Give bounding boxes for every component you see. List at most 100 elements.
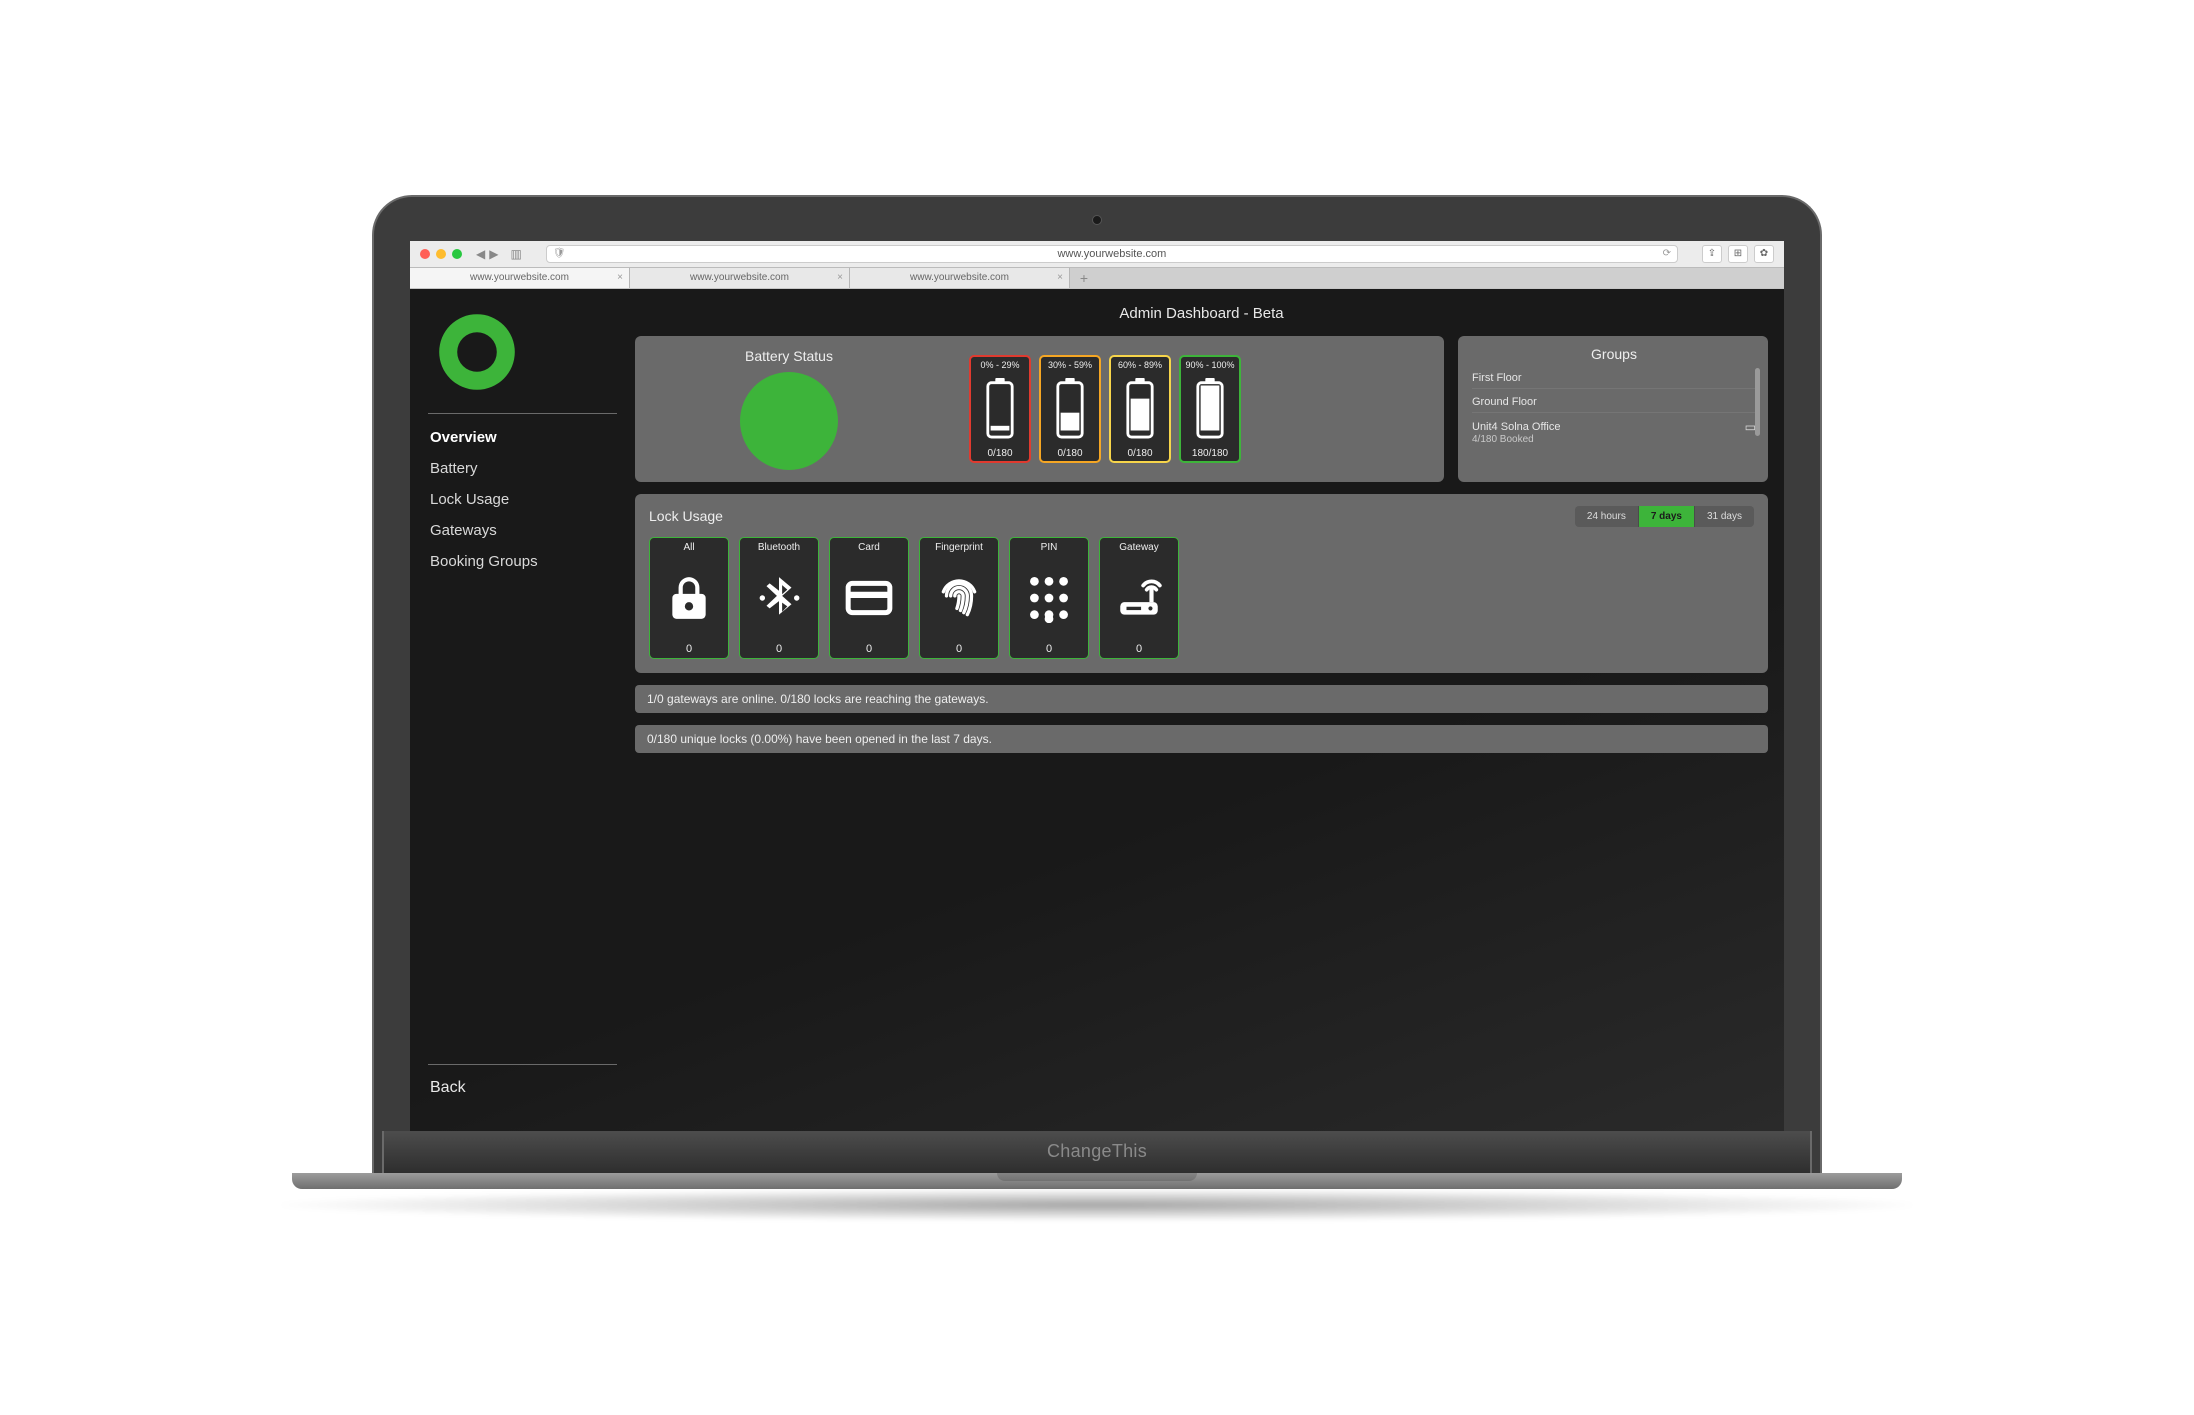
- camera-icon: [1092, 215, 1102, 225]
- address-bar-text: www.yourwebsite.com: [1057, 248, 1166, 260]
- tabs-icon[interactable]: ⊞: [1728, 245, 1748, 263]
- group-item[interactable]: Ground Floor: [1472, 392, 1756, 413]
- lock-type-card-fingerprint[interactable]: Fingerprint 0: [919, 537, 999, 659]
- battery-pie-chart[interactable]: [740, 372, 838, 470]
- groups-title: Groups: [1472, 346, 1756, 362]
- lock-type-label: Bluetooth: [758, 542, 800, 553]
- browser-tab-label: www.yourwebsite.com: [910, 272, 1009, 283]
- reload-icon[interactable]: ⟳: [1663, 248, 1671, 259]
- battery-pie-area: Battery Status: [649, 348, 929, 470]
- browser-tabs: www.yourwebsite.com × www.yourwebsite.co…: [410, 267, 1784, 288]
- battery-range-label: 30% - 59%: [1048, 360, 1092, 370]
- page-title: Admin Dashboard - Beta: [635, 301, 1768, 324]
- lock-type-count: 0: [686, 643, 692, 655]
- lock-type-label: Gateway: [1119, 542, 1158, 553]
- scrollbar[interactable]: [1755, 368, 1760, 436]
- lock-type-label: All: [683, 542, 694, 553]
- browser-tab[interactable]: www.yourwebsite.com ×: [410, 268, 630, 288]
- nav-arrows: ◀ ▶: [476, 247, 498, 261]
- sidebar-item-battery[interactable]: Battery: [428, 453, 617, 484]
- browser-tab-label: www.yourwebsite.com: [690, 272, 789, 283]
- router-icon: [1114, 556, 1164, 640]
- locks-opened-status-bar: 0/180 unique locks (0.00%) have been ope…: [635, 725, 1768, 753]
- share-icon[interactable]: ⇪: [1702, 245, 1722, 263]
- battery-range-card[interactable]: 30% - 59% 0/180: [1039, 355, 1101, 463]
- divider: [428, 1064, 617, 1065]
- groups-list: First Floor Ground Floor Unit4 Solna Offic…: [1472, 368, 1756, 449]
- time-range-option[interactable]: 7 days: [1639, 506, 1695, 527]
- lock-type-card-bluetooth[interactable]: Bluetooth 0: [739, 537, 819, 659]
- time-range-option[interactable]: 31 days: [1695, 506, 1754, 527]
- close-tab-icon[interactable]: ×: [1057, 272, 1063, 283]
- browser-tab-label: www.yourwebsite.com: [470, 272, 569, 283]
- maximize-window-icon[interactable]: [452, 249, 462, 259]
- battery-icon: [1125, 372, 1155, 446]
- battery-range-label: 90% - 100%: [1185, 360, 1234, 370]
- browser-toolbar: ◀ ▶ ▥ 🛡 www.yourwebsite.com ⟳ ⇪ ⊞ ✿: [410, 241, 1784, 267]
- group-name: First Floor: [1472, 372, 1522, 384]
- top-row: Battery Status 0% - 29% 0/180 30% - 59% …: [635, 336, 1768, 482]
- shield-icon: 🛡: [553, 248, 566, 259]
- close-tab-icon[interactable]: ×: [617, 272, 623, 283]
- groups-panel: Groups First Floor Ground Floor Unit4 Soln…: [1458, 336, 1768, 482]
- main-content: Admin Dashboard - Beta Battery Status 0%…: [635, 289, 1784, 1131]
- card-icon: [844, 556, 894, 640]
- lock-type-card-router[interactable]: Gateway 0: [1099, 537, 1179, 659]
- lock-type-card-keypad[interactable]: PIN 0: [1009, 537, 1089, 659]
- sidebar-item-overview[interactable]: Overview: [428, 422, 617, 453]
- laptop-bezel: ◀ ▶ ▥ 🛡 www.yourwebsite.com ⟳ ⇪ ⊞ ✿: [372, 195, 1822, 1173]
- group-name: Ground Floor: [1472, 396, 1537, 408]
- lock-type-count: 0: [776, 643, 782, 655]
- lock-type-count: 0: [866, 643, 872, 655]
- group-name: Unit4 Solna Office: [1472, 421, 1560, 433]
- group-item[interactable]: First Floor: [1472, 368, 1756, 389]
- battery-range-label: 60% - 89%: [1118, 360, 1162, 370]
- settings-gear-icon[interactable]: ✿: [1754, 245, 1774, 263]
- battery-range-card[interactable]: 0% - 29% 0/180: [969, 355, 1031, 463]
- address-bar[interactable]: 🛡 www.yourwebsite.com ⟳: [546, 245, 1678, 263]
- battery-status-title: Battery Status: [745, 348, 833, 364]
- sidebar-toggle-icon[interactable]: ▥: [510, 247, 521, 261]
- brand-logo-icon: [432, 307, 522, 397]
- group-subtext: 4/180 Booked: [1472, 434, 1756, 445]
- bluetooth-icon: [754, 556, 804, 640]
- new-tab-icon[interactable]: +: [1070, 268, 1098, 288]
- lock-type-count: 0: [956, 643, 962, 655]
- close-window-icon[interactable]: [420, 249, 430, 259]
- browser-tab[interactable]: www.yourwebsite.com ×: [630, 268, 850, 288]
- close-tab-icon[interactable]: ×: [837, 272, 843, 283]
- browser-chrome: ◀ ▶ ▥ 🛡 www.yourwebsite.com ⟳ ⇪ ⊞ ✿: [410, 241, 1784, 289]
- laptop-shadow: [282, 1189, 1912, 1221]
- fingerprint-icon: [934, 556, 984, 640]
- laptop-brand-label: ChangeThis: [382, 1131, 1812, 1173]
- sidebar-item-booking-groups[interactable]: Booking Groups: [428, 546, 617, 577]
- group-item[interactable]: Unit4 Solna Office▭4/180 Booked: [1472, 416, 1756, 449]
- lock-type-count: 0: [1136, 643, 1142, 655]
- lock-type-card-card[interactable]: Card 0: [829, 537, 909, 659]
- battery-range-count: 0/180: [1127, 448, 1152, 459]
- sidebar-item-gateways[interactable]: Gateways: [428, 515, 617, 546]
- sidebar: Overview Battery Lock Usage Gateways Boo…: [410, 289, 635, 1131]
- back-icon[interactable]: ◀: [476, 247, 485, 261]
- battery-icon: [985, 372, 1015, 446]
- battery-range-count: 180/180: [1192, 448, 1228, 459]
- battery-range-card[interactable]: 90% - 100% 180/180: [1179, 355, 1241, 463]
- keypad-icon: [1024, 556, 1074, 640]
- minimize-window-icon[interactable]: [436, 249, 446, 259]
- sidebar-item-lock-usage[interactable]: Lock Usage: [428, 484, 617, 515]
- battery-range-count: 0/180: [1057, 448, 1082, 459]
- forward-icon[interactable]: ▶: [489, 247, 498, 261]
- browser-tab[interactable]: www.yourwebsite.com ×: [850, 268, 1070, 288]
- battery-icon: [1195, 372, 1225, 446]
- lock-type-count: 0: [1046, 643, 1052, 655]
- gateway-status-bar: 1/0 gateways are online. 0/180 locks are…: [635, 685, 1768, 713]
- laptop-mockup: ◀ ▶ ▥ 🛡 www.yourwebsite.com ⟳ ⇪ ⊞ ✿: [372, 195, 1822, 1221]
- laptop-base: [292, 1173, 1902, 1189]
- time-range-option[interactable]: 24 hours: [1575, 506, 1639, 527]
- back-link[interactable]: Back: [428, 1075, 617, 1117]
- battery-range-card[interactable]: 60% - 89% 0/180: [1109, 355, 1171, 463]
- app-root: Overview Battery Lock Usage Gateways Boo…: [410, 289, 1784, 1131]
- lock-type-card-lock[interactable]: All 0: [649, 537, 729, 659]
- lock-usage-panel: Lock Usage 24 hours7 days31 days All 0 B…: [635, 494, 1768, 673]
- battery-status-panel: Battery Status 0% - 29% 0/180 30% - 59% …: [635, 336, 1444, 482]
